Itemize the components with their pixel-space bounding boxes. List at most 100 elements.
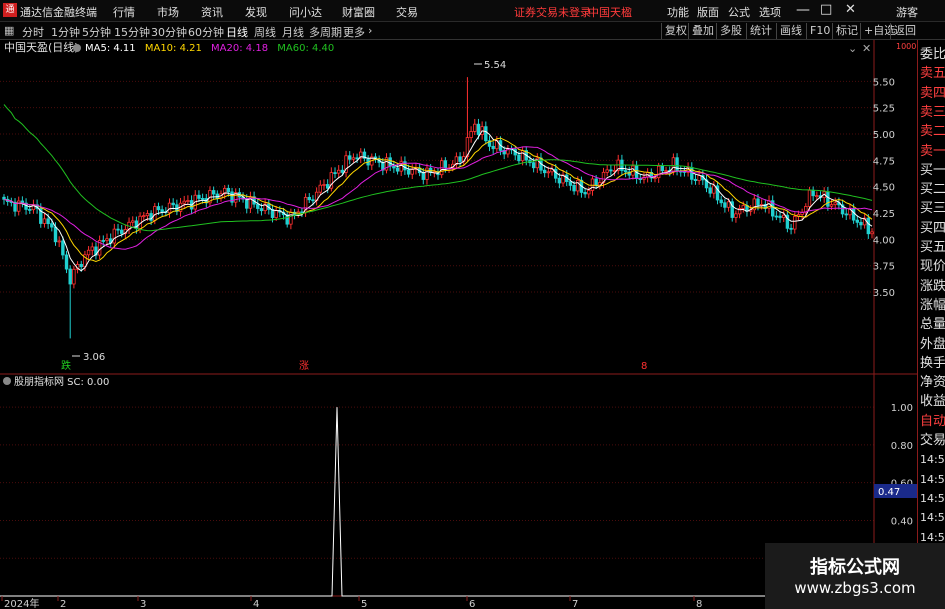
volume-badge: 1000 [896, 42, 916, 51]
side-panel-item[interactable]: 涨跌 [920, 279, 945, 295]
side-panel-item[interactable]: 14:56 [920, 491, 945, 507]
period-15min[interactable]: 15分钟 [114, 24, 150, 40]
menu-item-wealth[interactable]: 财富圈 [342, 4, 375, 20]
menu-item-options[interactable]: 选项 [759, 4, 781, 20]
settings-dot-icon[interactable] [73, 44, 81, 52]
side-panel-item[interactable]: 卖四 [920, 86, 945, 102]
period-multi[interactable]: 多周期 [309, 24, 342, 40]
side-panel-item[interactable]: 买四 [920, 221, 945, 237]
side-panel-item[interactable]: 买五 [920, 240, 945, 256]
period-day[interactable]: 日线 [226, 24, 248, 40]
menu-item-trade[interactable]: 交易 [396, 4, 418, 20]
time-axis-label: 2024年 [4, 597, 39, 609]
close-icon[interactable]: ✕ [845, 2, 856, 17]
period-30min[interactable]: 30分钟 [151, 24, 187, 40]
chart-area: 5.50 5.25 5.00 4.75 4.50 4.25 4.00 3.75 3.50 1.0… [0, 40, 917, 609]
period-tick[interactable]: 分时 [22, 24, 44, 40]
price-tick-label: 4.00 [873, 235, 895, 246]
tool-draw[interactable]: 画线 [776, 23, 805, 39]
period-week[interactable]: 周线 [254, 24, 276, 40]
quote-side-panel: 委比卖五卖四卖三卖二卖一买一买二买三买四买五现价涨跌涨幅总量外盘换手净资收益自动… [917, 40, 945, 609]
period-60min[interactable]: 60分钟 [188, 24, 224, 40]
indicator-tick-label: 0.40 [891, 516, 913, 527]
watermark-url: www.zbgs3.com [794, 579, 916, 597]
period-toolbar: ▦ 分时 1分钟 5分钟 15分钟 30分钟 60分钟 日线 周线 月线 多周期… [0, 22, 945, 40]
side-panel-item[interactable]: 14:56 [920, 510, 945, 526]
expand-icon[interactable]: ⌄ [848, 42, 857, 55]
period-1min[interactable]: 1分钟 [51, 24, 80, 40]
period-month[interactable]: 月线 [282, 24, 304, 40]
price-tick-label: 4.75 [873, 156, 895, 167]
menu-item-formula[interactable]: 公式 [728, 4, 750, 20]
side-panel-item[interactable]: 外盘 [920, 337, 945, 353]
minimize-icon[interactable]: — [796, 2, 810, 18]
price-tick-label: 5.50 [873, 77, 895, 88]
ma10-label: MA10: 4.21 [145, 43, 202, 54]
low-label: 3.06 [83, 352, 105, 363]
app-name: 通达信金融终端 [20, 6, 97, 19]
side-panel-item[interactable]: 卖二 [920, 124, 945, 140]
ma60-label: MA60: 4.40 [277, 43, 334, 54]
side-panel-item[interactable]: 收益 [920, 394, 945, 410]
time-axis-label: 5 [361, 599, 367, 609]
side-panel-item[interactable]: 卖一 [920, 144, 945, 160]
period-5min[interactable]: 5分钟 [82, 24, 111, 40]
time-axis-label: 3 [140, 599, 146, 609]
price-tick-label: 5.00 [873, 130, 895, 141]
time-axis-label: 6 [469, 599, 475, 609]
side-panel-item[interactable]: 卖五 [920, 66, 945, 82]
menu-item-exchange[interactable]: 市场 [157, 4, 179, 20]
tool-multi[interactable]: 多股 [716, 23, 745, 39]
tool-stats[interactable]: 统计 [746, 23, 775, 39]
side-panel-item[interactable]: 净资 [920, 375, 945, 391]
menu-item-ask[interactable]: 问小达 [289, 4, 322, 20]
tool-mark[interactable]: 标记 [832, 23, 861, 39]
price-axis: 5.50 5.25 5.00 4.75 4.50 4.25 4.00 3.75 3.50 [873, 77, 895, 299]
indicator-settings-icon[interactable] [3, 377, 11, 385]
menu-item-news[interactable]: 资讯 [201, 4, 223, 20]
watermark-title: 指标公式网 [810, 557, 900, 578]
side-panel-item[interactable]: 总量 [920, 317, 945, 333]
tool-adjust[interactable]: 复权 [661, 23, 690, 39]
menu-item-market[interactable]: 行情 [113, 4, 135, 20]
side-panel-item[interactable]: 买二 [920, 182, 945, 198]
guest-label[interactable]: 游客 [896, 4, 918, 20]
current-value: 0.47 [878, 487, 900, 498]
maximize-icon[interactable]: □ [820, 2, 832, 17]
side-panel-item[interactable]: 交易 [920, 433, 945, 449]
login-warning[interactable]: 证券交易未登录 [514, 4, 591, 20]
time-axis-label: 4 [253, 599, 259, 609]
menu-item-layout[interactable]: 版面 [697, 4, 719, 20]
side-panel-item[interactable]: 14:56 [920, 472, 945, 488]
side-panel-item[interactable]: 涨幅 [920, 298, 945, 314]
price-tick-label: 4.50 [873, 183, 895, 194]
price-tick-label: 5.25 [873, 104, 895, 115]
time-axis-label: 8 [696, 599, 702, 609]
side-panel-item[interactable]: 委比 [920, 47, 945, 63]
pane-close-icon[interactable]: ✕ [862, 42, 871, 55]
chevron-right-icon[interactable]: › [368, 24, 372, 37]
menu-item-function[interactable]: 功能 [667, 4, 689, 20]
side-panel-item[interactable]: 卖三 [920, 105, 945, 121]
signal-marker-down: 跌 [61, 359, 71, 372]
grid-icon[interactable]: ▦ [4, 24, 14, 37]
side-panel-item[interactable]: 换手 [920, 356, 945, 372]
period-more[interactable]: 更多 [343, 24, 365, 40]
stock-label: 中国天盈(日线) [4, 40, 79, 54]
side-panel-item[interactable]: 买三 [920, 201, 945, 217]
side-panel-item[interactable]: 14:56 [920, 452, 945, 468]
indicator-label: 股朋指标网 SC: 0.00 [14, 375, 109, 388]
price-tick-label: 4.25 [873, 209, 895, 220]
tool-f10[interactable]: F10 [806, 23, 833, 39]
tool-back[interactable]: 返回 [890, 23, 919, 39]
signal-marker-up: 涨 [299, 360, 309, 372]
side-panel-item[interactable]: 现价 [920, 259, 945, 275]
watermark: 指标公式网 www.zbgs3.com [765, 543, 945, 609]
tool-overlay[interactable]: 叠加 [688, 23, 717, 39]
side-panel-item[interactable]: 自动 [920, 414, 945, 430]
menu-item-discover[interactable]: 发现 [245, 4, 267, 20]
window-stock-title: 中国天楹 [588, 6, 632, 19]
ma5-label: MA5: 4.11 [85, 43, 136, 54]
menu-bar: 通 通达信金融终端 行情 市场 资讯 发现 问小达 财富圈 交易 证券交易未登录… [0, 0, 945, 22]
side-panel-item[interactable]: 买一 [920, 163, 945, 179]
